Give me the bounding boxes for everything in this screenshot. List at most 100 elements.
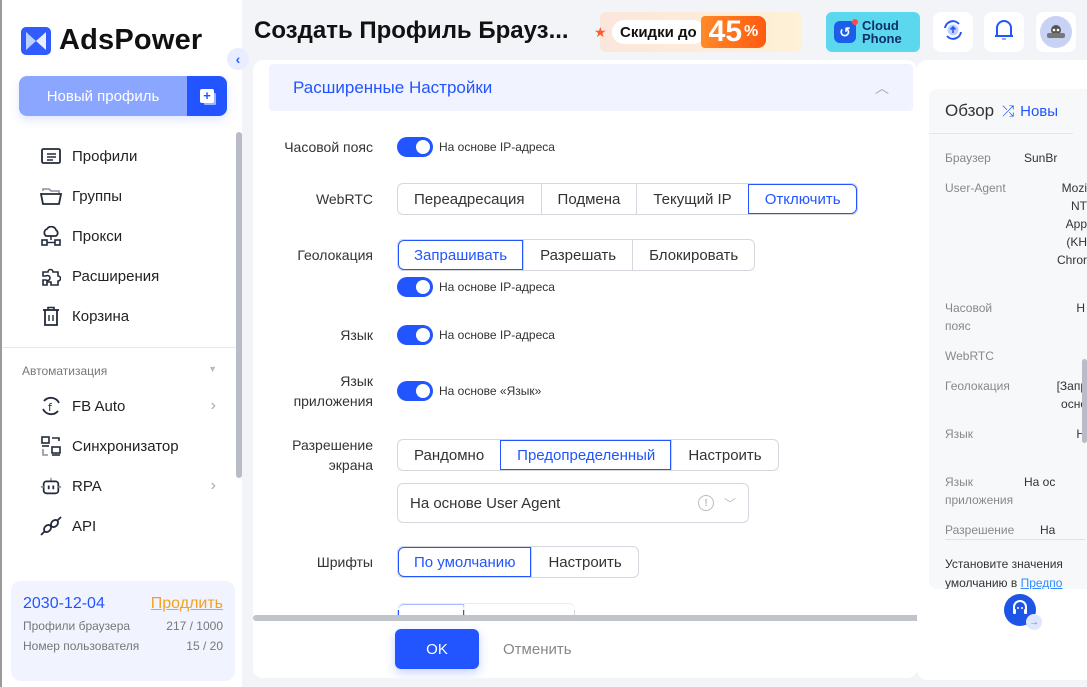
headset-icon <box>1011 599 1029 622</box>
label-line: приложения <box>293 393 373 409</box>
batch-create-button[interactable]: + <box>187 76 227 116</box>
user-seats-usage: Номер пользователя 15 / 20 <box>23 639 223 653</box>
sidebar-item-synchronizer[interactable]: Синхронизатор <box>40 426 220 466</box>
sidebar-item-api[interactable]: API <box>40 506 220 546</box>
sidebar-item-extensions[interactable]: Расширения <box>40 256 159 296</box>
automation-nav: f FB Auto › Синхронизатор RPA › API <box>40 386 220 546</box>
advanced-settings-title: Расширенные Настройки <box>293 77 493 97</box>
fonts-label: Шрифты <box>316 554 373 570</box>
sidebar-item-label: FB Auto <box>72 397 126 415</box>
resolution-option-predefined[interactable]: Предопределенный <box>500 440 672 470</box>
overview-label-user-agent: User-Agent <box>945 181 1006 195</box>
user-avatar-button[interactable] <box>1036 12 1076 52</box>
label-line: Разрешение <box>292 437 373 453</box>
new-fingerprint-link[interactable]: Новы <box>1020 103 1058 120</box>
cloud-phone-button[interactable]: ↺ Cloud Phone <box>826 12 920 52</box>
overview-label-language: Язык <box>945 427 974 441</box>
promo-text: Скидки до <box>612 20 705 44</box>
overview-scrollbar[interactable] <box>1082 359 1087 443</box>
adspower-logo-icon <box>21 26 51 55</box>
robot-icon <box>40 475 62 497</box>
label-line: экрана <box>328 457 373 473</box>
overview-value-app-language: На ос <box>1024 475 1056 489</box>
resolution-option-custom[interactable]: Настроить <box>671 440 777 470</box>
sidebar-item-groups[interactable]: Группы <box>40 176 159 216</box>
automation-section-header[interactable]: Автоматизация ▼ <box>22 364 217 378</box>
note-line: умолчанию в <box>945 576 1021 589</box>
sidebar-item-label: Расширения <box>72 267 160 285</box>
sidebar-item-label: Группы <box>72 187 122 205</box>
webrtc-option-disable[interactable]: Отключить <box>747 184 857 214</box>
chevron-right-icon: › <box>210 397 216 414</box>
cloud-phone-icon: ↺ <box>834 19 858 43</box>
ua-line: Chror <box>1056 253 1087 267</box>
form-footer: OK Отменить <box>253 621 917 678</box>
overview-header: Обзор ⤮ Новы <box>929 89 1073 134</box>
sidebar-item-trash[interactable]: Корзина <box>40 296 159 336</box>
sidebar-item-fb-auto[interactable]: f FB Auto › <box>40 386 220 426</box>
fonts-option-custom[interactable]: Настроить <box>531 547 637 577</box>
app-name: AdsPower <box>59 24 203 56</box>
geolocation-option-allow[interactable]: Разрешать <box>523 240 632 270</box>
webrtc-option-real[interactable]: Текущий IP <box>636 184 747 214</box>
preferences-link[interactable]: Предпо <box>1021 576 1063 589</box>
app-language-toggle[interactable] <box>397 381 433 401</box>
new-profile-button-group: Новый профиль + <box>19 76 227 116</box>
plug-icon <box>40 515 62 537</box>
renew-link[interactable]: Продлить <box>151 595 223 613</box>
info-icon[interactable]: ! <box>697 495 714 511</box>
webrtc-option-forward[interactable]: Переадресация <box>398 184 541 214</box>
label-line: Язык <box>340 373 373 389</box>
sync-upload-icon <box>941 18 965 47</box>
cancel-button[interactable]: Отменить <box>503 629 572 669</box>
chevron-right-icon: › <box>210 477 216 494</box>
overview-divider <box>945 539 1085 540</box>
fonts-segmented: По умолчанию Настроить <box>397 546 639 578</box>
app-logo[interactable]: AdsPower <box>21 24 202 57</box>
sidebar-item-rpa[interactable]: RPA › <box>40 466 220 506</box>
add-copy-icon: + <box>200 89 214 103</box>
bell-icon <box>993 18 1015 47</box>
language-label: Язык <box>340 327 373 343</box>
sidebar: AdsPower Новый профиль + Профили Группы … <box>0 0 242 687</box>
scroll-fade <box>253 596 917 610</box>
geolocation-option-block[interactable]: Блокировать <box>632 240 754 270</box>
timezone-toggle[interactable] <box>397 137 433 157</box>
fonts-option-default[interactable]: По умолчанию <box>398 547 532 577</box>
sidebar-item-label: Профили <box>72 147 138 165</box>
sidebar-item-profiles[interactable]: Профили <box>40 136 159 176</box>
chevron-up-icon: ︿ <box>875 79 889 96</box>
synchronizer-icon <box>40 435 62 457</box>
new-profile-button[interactable]: Новый профиль <box>19 76 187 116</box>
language-toggle[interactable] <box>397 325 433 345</box>
update-button[interactable] <box>933 12 973 52</box>
resolution-segmented: Рандомно Предопределенный Настроить <box>397 439 779 471</box>
cloud-phone-label: Cloud Phone <box>862 19 902 45</box>
notifications-button[interactable] <box>984 12 1024 52</box>
overview-panel: Обзор ⤮ Новы Браузер SunBr User-Agent Mo… <box>929 89 1087 589</box>
geolocation-option-ask[interactable]: Запрашивать <box>398 240 524 270</box>
ua-line: App <box>1065 217 1087 231</box>
label-line: пояс <box>945 319 971 333</box>
sidebar-item-proxy[interactable]: Прокси <box>40 216 159 256</box>
overview-label-geolocation: Геолокация <box>945 379 1010 393</box>
resolution-select[interactable]: На основе User Agent ! ﹀ <box>397 483 749 523</box>
ua-line: (KH <box>1066 235 1087 249</box>
resolution-option-random[interactable]: Рандомно <box>398 440 500 470</box>
collapse-sidebar-button[interactable]: ‹ <box>227 48 249 70</box>
geolocation-toggle[interactable] <box>397 277 433 297</box>
shuffle-icon[interactable]: ⤮ <box>1002 103 1014 120</box>
ok-button[interactable]: OK <box>395 629 479 669</box>
ua-line: NT <box>1071 199 1087 213</box>
discount-banner[interactable]: ★ Скидки до 45% <box>594 12 802 52</box>
svg-text:f: f <box>48 401 53 414</box>
avatar <box>1040 16 1072 48</box>
support-chat-button[interactable] <box>1004 594 1042 630</box>
webrtc-option-replace[interactable]: Подмена <box>540 184 637 214</box>
promo-percent-tag: 45% <box>700 15 767 48</box>
browser-profiles-usage: Профили браузера 217 / 1000 <box>23 619 223 633</box>
advanced-settings-header[interactable]: Расширенные Настройки ︿ <box>269 64 913 111</box>
caret-down-icon: ▼ <box>208 364 217 374</box>
sidebar-scrollbar[interactable] <box>236 132 242 478</box>
page-title: Создать Профиль Брауз... <box>254 17 569 44</box>
